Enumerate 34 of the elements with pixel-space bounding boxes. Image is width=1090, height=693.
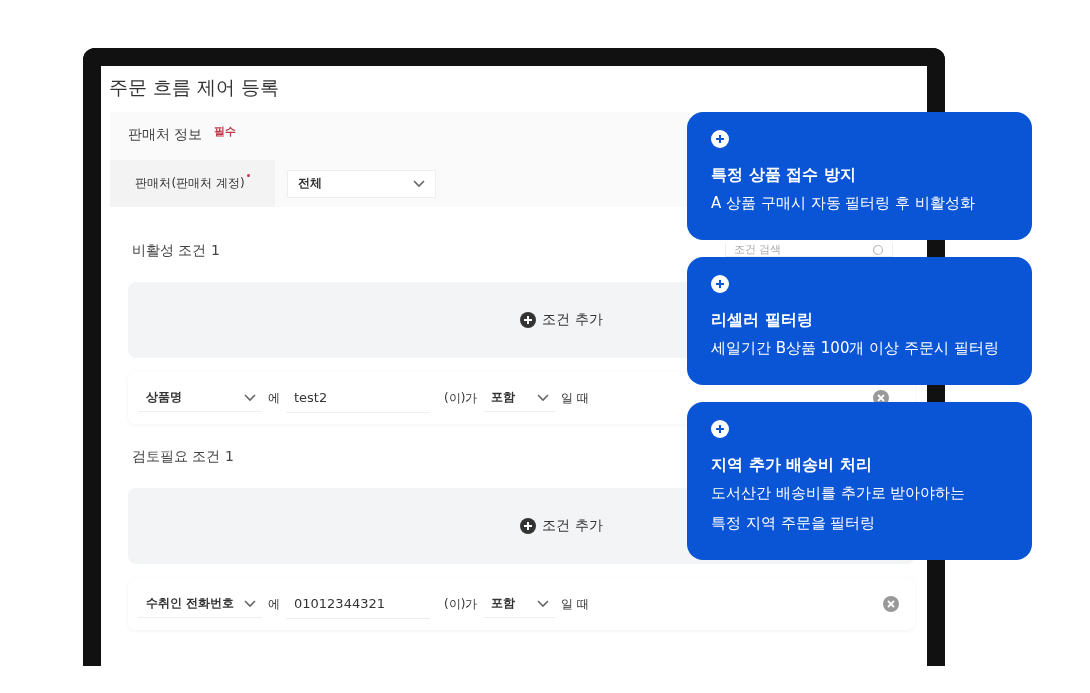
card-description: 특정 지역 주문을 필터링 [711, 513, 877, 534]
plus-circle-icon [711, 420, 729, 438]
card-description: A 상품 구매시 자동 필터링 후 비활성화 [711, 193, 976, 214]
section-title: 비활성 조건 1 [132, 242, 220, 260]
chevron-down-icon [537, 393, 550, 402]
particle-text: 에 [268, 595, 280, 613]
plus-circle-icon [520, 518, 537, 534]
required-label: 필수 [214, 124, 237, 139]
add-condition-button[interactable]: 조건 추가 [520, 311, 603, 329]
card-description: 세일기간 B상품 100개 이상 주문시 필터링 [711, 338, 1000, 359]
card-title: 리셀러 필터링 [711, 309, 814, 331]
chevron-down-icon [537, 599, 550, 608]
suffix-text: 일 때 [561, 389, 590, 407]
chevron-down-icon [413, 179, 425, 188]
operator-label: (이)가 [444, 595, 478, 613]
search-icon [872, 243, 884, 256]
seller-select[interactable]: 전체 [287, 169, 436, 198]
add-condition-button[interactable]: 조건 추가 [520, 517, 603, 535]
plus-circle-icon [711, 275, 729, 293]
section-title: 검토필요 조건 1 [132, 448, 234, 466]
operator-label: (이)가 [444, 389, 478, 407]
chevron-down-icon [244, 599, 256, 608]
card-title: 지역 추가 배송비 처리 [711, 454, 873, 476]
field-label: 판매처(판매처 계정) [135, 175, 245, 192]
card-description: 도서산간 배송비를 추가로 받아야하는 [711, 483, 967, 504]
particle-text: 에 [268, 389, 280, 407]
close-icon[interactable] [883, 596, 899, 612]
plus-circle-icon [711, 130, 729, 148]
section-title: 판매처 정보 [128, 126, 203, 144]
page-title: 주문 흐름 제어 등록 [109, 75, 280, 100]
plus-circle-icon [520, 312, 537, 328]
card-title: 특정 상품 접수 방지 [711, 164, 857, 186]
chevron-down-icon [244, 393, 256, 402]
suffix-text: 일 때 [561, 595, 590, 613]
